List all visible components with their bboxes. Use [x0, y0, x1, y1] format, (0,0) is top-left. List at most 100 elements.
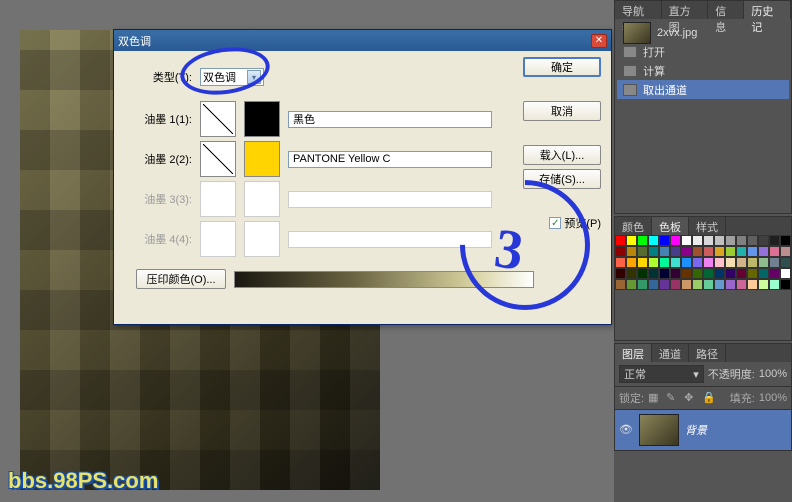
- swatch-cell[interactable]: [626, 268, 637, 279]
- swatch-cell[interactable]: [692, 246, 703, 257]
- swatch-cell[interactable]: [758, 257, 769, 268]
- swatch-cell[interactable]: [780, 268, 791, 279]
- ink2-swatch[interactable]: [244, 141, 280, 177]
- swatch-cell[interactable]: [758, 268, 769, 279]
- swatch-cell[interactable]: [703, 268, 714, 279]
- swatch-cell[interactable]: [670, 257, 681, 268]
- tab-layers[interactable]: 图层: [615, 344, 652, 362]
- swatch-cell[interactable]: [769, 268, 780, 279]
- swatch-cell[interactable]: [747, 235, 758, 246]
- swatch-cell[interactable]: [637, 235, 648, 246]
- save-button[interactable]: 存储(S)...: [523, 169, 601, 189]
- swatch-cell[interactable]: [648, 235, 659, 246]
- lock-transparent-icon[interactable]: ▦: [648, 391, 662, 405]
- swatch-cell[interactable]: [659, 235, 670, 246]
- swatch-cell[interactable]: [714, 235, 725, 246]
- swatch-cell[interactable]: [692, 279, 703, 290]
- swatch-cell[interactable]: [670, 268, 681, 279]
- swatch-cell[interactable]: [681, 268, 692, 279]
- swatch-cell[interactable]: [670, 279, 681, 290]
- overprint-button[interactable]: 压印颜色(O)...: [136, 269, 226, 289]
- visibility-eye-icon[interactable]: 👁: [619, 423, 633, 437]
- swatch-cell[interactable]: [769, 246, 780, 257]
- swatch-cell[interactable]: [769, 235, 780, 246]
- swatch-cell[interactable]: [736, 246, 747, 257]
- swatch-cell[interactable]: [725, 268, 736, 279]
- swatch-cell[interactable]: [615, 235, 626, 246]
- swatch-cell[interactable]: [736, 257, 747, 268]
- history-item[interactable]: 计算: [617, 61, 789, 80]
- blend-mode-select[interactable]: 正常 ▾: [619, 365, 704, 383]
- tab-channels[interactable]: 通道: [652, 344, 689, 362]
- swatch-cell[interactable]: [681, 246, 692, 257]
- swatch-cell[interactable]: [637, 268, 648, 279]
- swatch-cell[interactable]: [692, 268, 703, 279]
- layer-row[interactable]: 👁 背景: [615, 410, 791, 450]
- preview-checkbox[interactable]: ✓: [549, 217, 561, 229]
- swatch-cell[interactable]: [736, 235, 747, 246]
- swatch-cell[interactable]: [648, 246, 659, 257]
- tab-histogram[interactable]: 直方图: [662, 1, 709, 19]
- ink2-curve[interactable]: [200, 141, 236, 177]
- swatch-cell[interactable]: [736, 279, 747, 290]
- swatch-cell[interactable]: [615, 246, 626, 257]
- lock-move-icon[interactable]: ✥: [684, 391, 698, 405]
- swatch-cell[interactable]: [725, 235, 736, 246]
- swatch-cell[interactable]: [703, 246, 714, 257]
- swatch-cell[interactable]: [714, 246, 725, 257]
- swatch-cell[interactable]: [659, 279, 670, 290]
- swatch-cell[interactable]: [703, 279, 714, 290]
- ink1-name-field[interactable]: [288, 111, 492, 128]
- load-button[interactable]: 载入(L)...: [523, 145, 601, 165]
- swatch-cell[interactable]: [637, 279, 648, 290]
- ink2-name-field[interactable]: [288, 151, 492, 168]
- swatch-cell[interactable]: [758, 279, 769, 290]
- tab-navigator[interactable]: 导航器: [615, 1, 662, 19]
- swatch-cell[interactable]: [780, 235, 791, 246]
- swatch-cell[interactable]: [769, 279, 780, 290]
- lock-all-icon[interactable]: 🔒: [702, 391, 716, 405]
- swatch-cell[interactable]: [714, 279, 725, 290]
- swatch-cell[interactable]: [615, 268, 626, 279]
- swatch-cell[interactable]: [659, 268, 670, 279]
- swatch-cell[interactable]: [758, 235, 769, 246]
- swatch-cell[interactable]: [637, 246, 648, 257]
- tab-info[interactable]: 信息: [708, 1, 744, 19]
- swatch-cell[interactable]: [780, 257, 791, 268]
- swatch-cell[interactable]: [703, 257, 714, 268]
- cancel-button[interactable]: 取消: [523, 101, 601, 121]
- swatch-cell[interactable]: [747, 279, 758, 290]
- swatch-cell[interactable]: [725, 246, 736, 257]
- swatch-cell[interactable]: [659, 246, 670, 257]
- swatch-cell[interactable]: [670, 246, 681, 257]
- swatch-cell[interactable]: [659, 257, 670, 268]
- swatch-cell[interactable]: [648, 279, 659, 290]
- swatch-cell[interactable]: [626, 257, 637, 268]
- swatch-cell[interactable]: [714, 257, 725, 268]
- tab-color[interactable]: 颜色: [615, 217, 652, 235]
- ink1-curve[interactable]: [200, 101, 236, 137]
- swatch-cell[interactable]: [714, 268, 725, 279]
- swatch-cell[interactable]: [703, 235, 714, 246]
- swatch-cell[interactable]: [736, 268, 747, 279]
- swatch-cell[interactable]: [725, 257, 736, 268]
- fill-value[interactable]: 100%: [759, 392, 787, 404]
- swatch-cell[interactable]: [681, 235, 692, 246]
- swatch-cell[interactable]: [626, 246, 637, 257]
- swatch-cell[interactable]: [670, 235, 681, 246]
- swatch-cell[interactable]: [747, 257, 758, 268]
- tab-paths[interactable]: 路径: [689, 344, 726, 362]
- swatch-cell[interactable]: [747, 246, 758, 257]
- swatch-cell[interactable]: [780, 279, 791, 290]
- swatch-cell[interactable]: [681, 257, 692, 268]
- history-item[interactable]: 打开: [617, 42, 789, 61]
- tab-swatches[interactable]: 色板: [652, 217, 689, 235]
- swatch-cell[interactable]: [648, 257, 659, 268]
- swatch-cell[interactable]: [681, 279, 692, 290]
- swatch-cell[interactable]: [626, 279, 637, 290]
- ok-button[interactable]: 确定: [523, 57, 601, 77]
- swatch-cell[interactable]: [780, 246, 791, 257]
- swatch-cell[interactable]: [725, 279, 736, 290]
- lock-brush-icon[interactable]: ✎: [666, 391, 680, 405]
- history-source[interactable]: 2xvx.jpg: [617, 23, 789, 42]
